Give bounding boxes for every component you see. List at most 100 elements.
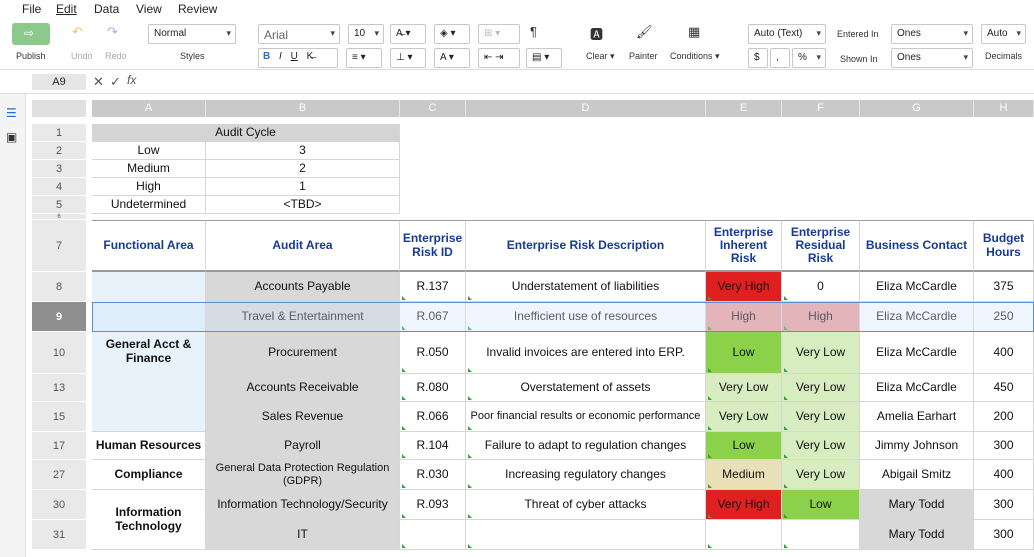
cell-inh[interactable]: Very High <box>706 272 782 302</box>
menu-review[interactable]: Review <box>178 2 217 16</box>
functional-area-cell[interactable]: Human Resources <box>92 432 206 460</box>
cell-id[interactable] <box>400 520 466 550</box>
cell-contact[interactable]: Mary Todd <box>860 490 974 520</box>
cell-desc[interactable]: Understatement of liabilities <box>466 272 706 302</box>
menu-edit[interactable]: Edit <box>56 2 77 16</box>
cell-area[interactable]: General Data Protection Regulation (GDPR… <box>206 460 400 490</box>
column-header-c[interactable]: C <box>400 100 466 117</box>
cell-hours[interactable]: 200 <box>974 402 1034 432</box>
audit-cycle-cell[interactable]: High <box>92 178 206 196</box>
cell-id[interactable]: R.080 <box>400 374 466 402</box>
align-button[interactable]: ≡ ▾ <box>346 48 382 68</box>
row-header-2[interactable]: 2 <box>32 142 86 160</box>
fx-icon[interactable]: fx <box>127 73 136 87</box>
clear-icon[interactable]: 🅰 <box>590 24 603 43</box>
header-c[interactable]: Enterprise Risk ID <box>400 220 466 272</box>
cell-desc[interactable]: Inefficient use of resources <box>466 302 706 332</box>
cell-id[interactable]: R.067 <box>400 302 466 332</box>
decimals-select[interactable]: Auto <box>981 24 1026 44</box>
cell-desc[interactable]: Increasing regulatory changes <box>466 460 706 490</box>
cell-hours[interactable]: 300 <box>974 432 1034 460</box>
header-d[interactable]: Enterprise Risk Description <box>466 220 706 272</box>
column-header-h[interactable]: H <box>974 100 1034 117</box>
indent-buttons[interactable]: ⇤ ⇥ <box>478 48 520 68</box>
name-box[interactable]: A9 <box>32 74 86 90</box>
undo-icon[interactable]: ↶ <box>72 24 83 40</box>
cell-contact[interactable]: Abigail Smitz <box>860 460 974 490</box>
cell-area[interactable]: Accounts Payable <box>206 272 400 302</box>
comment-icon[interactable]: ▣ <box>6 130 17 144</box>
cell-desc[interactable]: Invalid invoices are entered into ERP. <box>466 332 706 374</box>
cell-contact[interactable]: Mary Todd <box>860 520 974 550</box>
strikethrough-icon[interactable]: K̶ <box>307 51 314 62</box>
cell-res[interactable]: Low <box>782 490 860 520</box>
cell-area[interactable]: Sales Revenue <box>206 402 400 432</box>
row-header-17[interactable]: 17 <box>32 432 86 460</box>
outline-icon[interactable]: ☰ <box>6 106 17 120</box>
menu-view[interactable]: View <box>136 2 162 16</box>
cell-desc[interactable]: Failure to adapt to regulation changes <box>466 432 706 460</box>
audit-cycle-cell[interactable]: <TBD> <box>206 196 400 214</box>
audit-cycle-title[interactable]: Audit Cycle <box>92 124 400 142</box>
cell-res[interactable]: Very Low <box>782 332 860 374</box>
column-header-d[interactable]: D <box>466 100 706 117</box>
row-header-30[interactable]: 30 <box>32 490 86 520</box>
grid-corner[interactable] <box>32 100 86 117</box>
cell-contact[interactable]: Eliza McCardle <box>860 374 974 402</box>
cell-res[interactable]: Very Low <box>782 402 860 432</box>
cell-id[interactable]: R.050 <box>400 332 466 374</box>
cell-desc[interactable]: Poor financial results or economic perfo… <box>466 402 706 432</box>
cell-res[interactable]: High <box>782 302 860 332</box>
publish-button[interactable]: ⇨ <box>12 23 50 45</box>
percent-button[interactable]: % <box>792 48 826 68</box>
number-format-select[interactable]: Auto (Text) <box>748 24 826 44</box>
cell-inh[interactable]: Very Low <box>706 374 782 402</box>
conditions-icon[interactable]: ▦ <box>688 24 700 40</box>
functional-area-cell[interactable]: Information Technology <box>92 490 206 550</box>
cell-hours[interactable]: 300 <box>974 520 1034 550</box>
cell-inh[interactable]: Medium <box>706 460 782 490</box>
bold-icon[interactable]: B <box>263 51 270 62</box>
column-header-a[interactable]: A <box>92 100 206 117</box>
borders-button[interactable]: ⊞ ▾ <box>478 24 520 44</box>
column-header-f[interactable]: F <box>782 100 860 117</box>
functional-area-cell[interactable]: General Acct & Finance <box>92 272 206 432</box>
cell-res[interactable]: Very Low <box>782 374 860 402</box>
cell-inh[interactable]: Very Low <box>706 402 782 432</box>
underline-icon[interactable]: U <box>291 51 298 62</box>
column-header-g[interactable]: G <box>860 100 974 117</box>
text-clear-format-button[interactable]: A̶ ▾ <box>390 24 426 44</box>
row-header-27[interactable]: 27 <box>32 460 86 490</box>
row-header-3[interactable]: 3 <box>32 160 86 178</box>
shown-in-select[interactable]: Ones <box>891 48 973 68</box>
comma-button[interactable]: , <box>770 48 790 68</box>
cell-id[interactable]: R.093 <box>400 490 466 520</box>
confirm-icon[interactable]: ✓ <box>110 74 121 90</box>
cell-area[interactable]: Payroll <box>206 432 400 460</box>
italic-icon[interactable]: I <box>279 51 282 62</box>
cell-hours[interactable]: 450 <box>974 374 1034 402</box>
painter-icon[interactable]: 🖌 <box>636 24 653 40</box>
row-header-1[interactable]: 1 <box>32 124 86 142</box>
row-header-7[interactable]: 7 <box>32 220 86 272</box>
cancel-icon[interactable]: ✕ <box>93 74 104 90</box>
functional-area-cell[interactable]: Compliance <box>92 460 206 490</box>
menu-data[interactable]: Data <box>94 2 119 16</box>
column-header-b[interactable]: B <box>206 100 400 117</box>
cell-contact[interactable]: Amelia Earhart <box>860 402 974 432</box>
audit-cycle-cell[interactable]: 3 <box>206 142 400 160</box>
cell-res[interactable] <box>782 520 860 550</box>
cell-id[interactable]: R.066 <box>400 402 466 432</box>
header-g[interactable]: Business Contact <box>860 220 974 272</box>
row-header-15[interactable]: 15 <box>32 402 86 432</box>
audit-cycle-cell[interactable]: Undetermined <box>92 196 206 214</box>
cell-inh[interactable]: Low <box>706 432 782 460</box>
redo-icon[interactable]: ↷ <box>107 24 118 40</box>
cell-contact[interactable]: Eliza McCardle <box>860 272 974 302</box>
cell-inh[interactable] <box>706 520 782 550</box>
cell-hours[interactable]: 375 <box>974 272 1034 302</box>
pilcrow-icon[interactable]: ¶ <box>530 24 537 39</box>
cell-contact[interactable]: Jimmy Johnson <box>860 432 974 460</box>
row-header-13[interactable]: 13 <box>32 374 86 402</box>
header-b[interactable]: Audit Area <box>206 220 400 272</box>
